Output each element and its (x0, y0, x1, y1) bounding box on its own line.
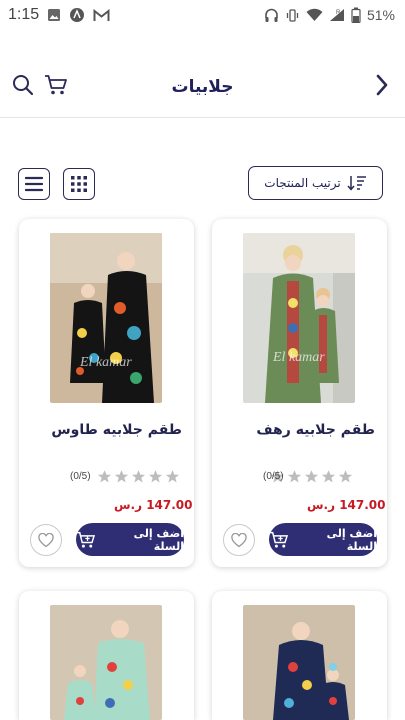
favorite-button[interactable] (223, 524, 255, 556)
vibrate-icon (285, 8, 300, 23)
chevron-right-icon (376, 74, 388, 96)
product-name[interactable]: طقم جلابيه طاوس (51, 422, 182, 438)
page-title: جلابيات (171, 77, 234, 97)
product-price: 147.00 ر.س (307, 498, 386, 512)
cart-plus-icon (269, 531, 289, 548)
status-time: 1:15 (8, 6, 40, 23)
product-price: 147.00 ر.س (114, 498, 193, 512)
product-card[interactable] (19, 591, 194, 720)
heart-icon (231, 532, 247, 547)
star-icon (165, 470, 180, 483)
product-image[interactable]: El kamar (243, 233, 355, 403)
product-image[interactable]: El kamar (50, 233, 162, 403)
search-icon[interactable] (12, 74, 34, 96)
list-icon (25, 176, 43, 192)
grid-icon (71, 176, 87, 192)
star-icon (97, 470, 112, 483)
rating-text: (0/5) (263, 471, 284, 482)
status-left: 1:15 (8, 6, 110, 24)
cart-plus-icon (76, 531, 96, 548)
wifi-icon (306, 8, 323, 22)
gmail-icon (93, 8, 110, 22)
watermark-text: El kamar (79, 355, 132, 370)
star-icon (148, 470, 163, 483)
product-toolbar: ترتيب المنتجات (0, 166, 405, 200)
heart-icon (38, 532, 54, 547)
rating-text: (0/5) (70, 471, 91, 482)
favorite-button[interactable] (30, 524, 62, 556)
product-image[interactable] (50, 605, 162, 720)
header-divider (0, 117, 405, 118)
product-image[interactable] (243, 605, 355, 720)
product-card[interactable] (212, 591, 387, 720)
headset-icon (264, 8, 279, 23)
watermark-text: El kamar (272, 350, 325, 365)
battery-percent: 51% (366, 7, 395, 23)
product-card[interactable]: El kamar طقم جلابيه رهف (0/5) 147.00 ر.س… (212, 219, 387, 567)
star-icon (304, 470, 319, 483)
rating-stars (97, 469, 180, 484)
status-right: R 51% (264, 7, 395, 23)
product-card[interactable]: El kamar طقم جلابيه طاوس (0/5) 147.00 ر.… (19, 219, 194, 567)
product-name[interactable]: طقم جلابيه رهف (256, 422, 375, 438)
add-to-cart-button[interactable]: أضف إلى السلة (269, 523, 377, 556)
star-icon (114, 470, 129, 483)
sort-button[interactable]: ترتيب المنتجات (248, 166, 383, 200)
battery-icon (351, 7, 361, 23)
sort-label: ترتيب المنتجات (264, 176, 341, 190)
star-icon (338, 470, 353, 483)
star-icon (321, 470, 336, 483)
add-to-cart-label: أضف إلى السلة (133, 526, 184, 553)
cart-icon[interactable] (44, 74, 68, 96)
add-to-cart-label: أضف إلى السلة (326, 526, 377, 553)
star-icon (287, 470, 302, 483)
back-button[interactable] (375, 74, 389, 100)
status-bar: 1:15 R 51% (0, 0, 405, 30)
app-bar-actions (12, 74, 68, 96)
signal-icon: R (329, 8, 345, 22)
app-notification-icon (69, 7, 85, 23)
list-view-button[interactable] (18, 168, 50, 200)
grid-view-button[interactable] (63, 168, 95, 200)
add-to-cart-button[interactable]: أضف إلى السلة (76, 523, 184, 556)
app-bar: جلابيات (0, 62, 405, 112)
star-icon (131, 470, 146, 483)
image-icon (47, 8, 61, 22)
sort-icon (347, 176, 366, 191)
svg-text:R: R (336, 10, 341, 16)
